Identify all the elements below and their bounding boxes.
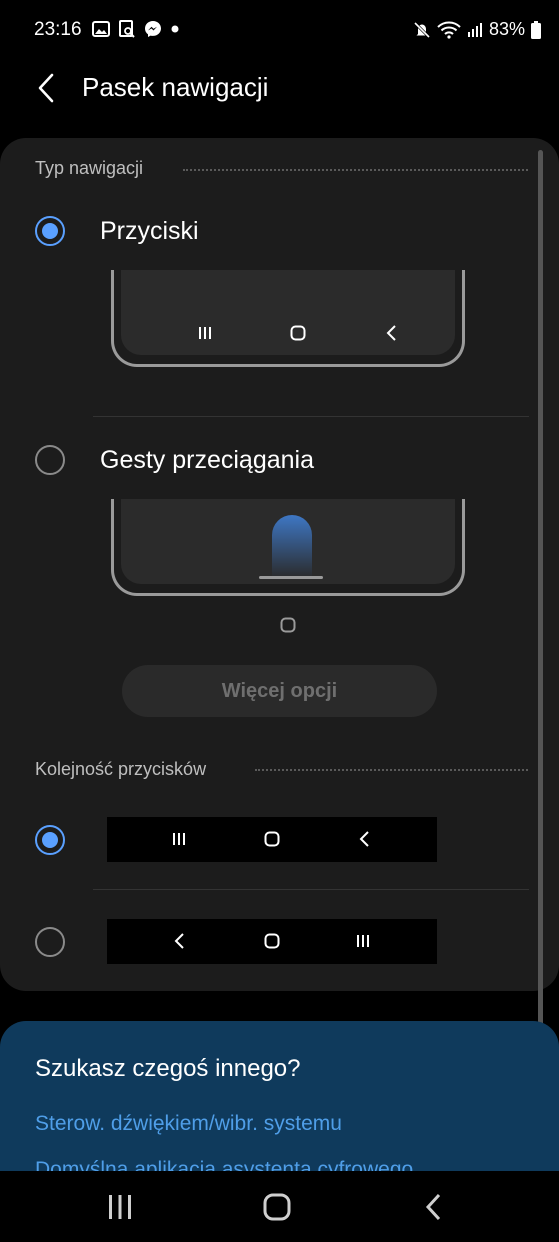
radio-buttons[interactable]	[35, 216, 65, 246]
order-preview[interactable]	[107, 919, 437, 964]
system-navigation-bar	[0, 1171, 559, 1242]
preview-buttons[interactable]	[111, 270, 465, 367]
section-divider	[255, 769, 528, 771]
section-header-navigation-type: Typ nawigacji	[35, 158, 143, 179]
battery-percent: 83%	[488, 19, 525, 39]
preview-gestures[interactable]	[111, 499, 465, 596]
home-icon	[290, 325, 306, 341]
scrollbar[interactable]	[538, 150, 543, 1055]
page-title: Pasek nawigacji	[82, 72, 269, 102]
radio-order-1[interactable]	[35, 825, 65, 855]
swipe-gesture-indicator	[272, 515, 312, 578]
gallery-icon	[92, 21, 110, 37]
divider	[93, 416, 529, 417]
option-label: Gesty przeciągania	[100, 446, 315, 474]
preview-screen	[121, 499, 455, 584]
home-button[interactable]	[247, 1185, 307, 1229]
suggestion-link-digital-assistant[interactable]: Domyślna aplikacja asystenta cyfrowego	[35, 1158, 413, 1171]
recent-apps-button[interactable]	[90, 1185, 150, 1229]
recent-apps-icon	[357, 935, 369, 947]
battery-icon	[531, 20, 541, 39]
scan-icon	[119, 20, 135, 38]
back-icon	[425, 1193, 441, 1221]
order-preview[interactable]	[107, 817, 437, 862]
suggestions-card: Szukasz czegoś innego? Sterow. dźwiękiem…	[0, 1021, 559, 1171]
status-bar: 23:16 83%	[0, 0, 559, 62]
suggestion-link-sound-vibration[interactable]: Sterow. dźwiękiem/wibr. systemu	[35, 1112, 342, 1136]
notification-icons	[92, 20, 180, 38]
divider	[93, 889, 529, 890]
section-title: Typ nawigacji	[35, 158, 144, 178]
suggestions-title: Szukasz czegoś innego?	[35, 1055, 301, 1082]
preview-screen	[121, 270, 455, 355]
status-time: 23:16	[34, 19, 82, 40]
wifi-icon	[437, 21, 461, 39]
mute-icon	[413, 21, 431, 38]
dot-icon	[171, 25, 179, 33]
recent-apps-icon	[199, 327, 211, 339]
back-icon	[386, 325, 396, 341]
radio-order-2[interactable]	[35, 927, 65, 957]
home-icon	[263, 1193, 291, 1221]
home-icon	[264, 831, 280, 847]
signal-icon	[467, 22, 482, 37]
option-label: Przyciski	[100, 217, 199, 245]
section-divider	[183, 169, 528, 171]
section-title: Kolejność przycisków	[35, 759, 207, 779]
home-icon	[280, 617, 296, 633]
gesture-hint-bar	[259, 576, 323, 579]
recent-apps-icon	[109, 1195, 131, 1219]
radio-swipe-gestures[interactable]	[35, 445, 65, 475]
back-icon	[359, 831, 369, 847]
app-header: Pasek nawigacji	[0, 62, 559, 122]
recent-apps-icon	[173, 833, 185, 845]
back-button[interactable]	[403, 1185, 463, 1229]
home-icon	[264, 933, 280, 949]
messenger-icon	[145, 21, 161, 37]
more-options-button[interactable]: Więcej opcji	[122, 665, 437, 717]
back-button[interactable]	[26, 68, 66, 108]
system-icons: 83%	[413, 19, 541, 40]
chevron-left-icon	[38, 73, 54, 103]
section-header-button-order: Kolejność przycisków	[35, 759, 206, 780]
back-icon	[174, 933, 184, 949]
navigation-settings-card: Typ nawigacji Przyciski Gesty przeciągan…	[0, 138, 559, 991]
